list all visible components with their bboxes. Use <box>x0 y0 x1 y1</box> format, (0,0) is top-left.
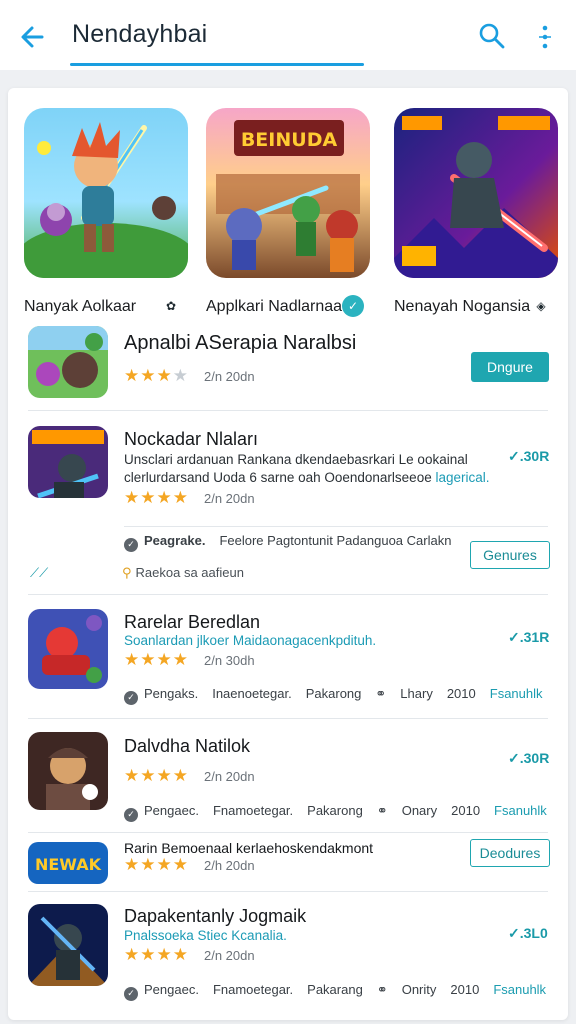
app-icon-3[interactable] <box>28 609 108 689</box>
price-3: ✓.31R <box>508 629 550 645</box>
app-meta-row-2: ✓ Peagrake. Feelore Pagtontunit Padanguoa … <box>124 533 451 552</box>
rating-count-4: 2/n 20dn <box>204 769 255 784</box>
app-meta-row-4: ✓ Pengaec. Fnamoetegar. Pakarong ⚭ Onary 2010 F… <box>124 803 547 822</box>
divider <box>28 410 548 411</box>
app-description-3: Soanlardan jlkoer Maidaonagacenkpdituh. <box>124 633 377 648</box>
search-button[interactable] <box>476 20 508 52</box>
app-description-2b: clerlurdarsand Uoda 6 sarne oah Ooendona… <box>124 470 490 485</box>
featured-art-title: BEINUDA <box>241 129 338 151</box>
link-icon: ⚭ <box>375 687 387 702</box>
search-icon <box>479 23 505 49</box>
app-icon-5-text: NEWAK <box>35 855 102 874</box>
more-options-button[interactable] <box>532 22 558 52</box>
link-icon: ⚭ <box>376 804 388 819</box>
arrow-left-icon <box>21 26 44 48</box>
featured-game-3[interactable]: ◈ Nenayah Nogansia <box>394 108 558 323</box>
featured-game-1[interactable]: ✿ Nanyak Aolkaar <box>24 108 188 323</box>
price-6: ✓.3L0 <box>508 925 548 941</box>
get-button-5[interactable]: Deodures <box>470 839 550 867</box>
divider <box>28 891 548 892</box>
app-name-2[interactable]: Nockadar Nlaları <box>124 429 258 450</box>
divider <box>124 526 548 527</box>
app-icon-5[interactable]: NEWAK <box>28 842 108 884</box>
app-meta-row-6: ✓ Pengaec. Fnamoetegar. Pakarang ⚭ Onrity 2010… <box>124 982 546 1001</box>
app-name-5[interactable]: Rarin Bemoenaal kerlaehoskendakmont <box>124 840 373 856</box>
app-meta-row-3: ✓ Pengaks. Inaenoetegar. Pakarong ⚭ Lhary 2010… <box>124 686 543 705</box>
app-icon-1[interactable] <box>28 326 108 398</box>
person-icon: ⚲ <box>122 566 132 581</box>
back-button[interactable] <box>16 20 50 54</box>
divider <box>28 594 548 595</box>
app-secondary-2: ⚲ Raekoa sa aafieun <box>122 565 244 581</box>
featured-game-2[interactable]: BEINUDA ✓ Applkari Nadlarnaa <box>206 108 370 323</box>
rating-stars-1: ★★★★ <box>124 366 189 386</box>
rating-stars-3: ★★★★ <box>124 650 189 670</box>
app-icon-4[interactable] <box>28 732 108 810</box>
info-icon: ✓ <box>124 538 138 552</box>
rating-count-6: 2/n 20dn <box>204 948 255 963</box>
info-icon: ✓ <box>124 987 138 1001</box>
featured-label-3: Nenayah Nogansia <box>394 298 531 315</box>
featured-label-2: Applkari Nadlarnaa <box>206 298 343 315</box>
rating-count-5: 2/h 20dn <box>204 858 255 873</box>
divider <box>28 832 548 833</box>
app-description-2a: Unsclari ardanuan Rankana dkendaebasrkar… <box>124 452 468 467</box>
app-name-6[interactable]: Dapakentanly Jogmaik <box>124 906 306 927</box>
app-icon-6[interactable] <box>28 904 108 986</box>
title-underline <box>70 63 364 66</box>
rating-stars-2: ★★★★ <box>124 488 189 508</box>
featured-label-1: Nanyak Aolkaar <box>24 298 137 315</box>
rating-stars-4: ★★★★ <box>124 766 189 786</box>
top-app-bar: Nendayhbai <box>0 0 576 70</box>
featured-artwork-3 <box>394 108 558 278</box>
get-button-2[interactable]: Genures <box>470 541 550 569</box>
rating-stars-5: ★★★★ <box>124 855 189 875</box>
page-title: Nendayhbai <box>72 20 208 48</box>
rating-stars-6: ★★★★ <box>124 945 189 965</box>
featured-artwork-2: BEINUDA <box>206 108 370 278</box>
app-name-4[interactable]: Dalvdha Natilok <box>124 736 250 757</box>
rating-count-2: 2/n 20dn <box>204 491 255 506</box>
divider <box>28 718 548 719</box>
app-icon-2[interactable] <box>28 426 108 498</box>
app-name-3[interactable]: Rarelar Beredlan <box>124 612 260 633</box>
app-name-1[interactable]: Apnalbi ASerapia Naralbsi <box>124 332 356 355</box>
info-icon: ✓ <box>124 808 138 822</box>
info-icon: ✓ <box>124 691 138 705</box>
featured-artwork-1 <box>24 108 188 278</box>
price-4: ✓.30R <box>508 750 550 766</box>
link-icon: ⚭ <box>376 983 388 998</box>
app-description-6: Pnalssoeka Stiec Kcanalia. <box>124 928 287 943</box>
more-vertical-icon <box>539 25 551 49</box>
rating-count-3: 2/n 30dh <box>204 653 255 668</box>
install-button-1[interactable]: Dngure <box>471 352 549 382</box>
rating-count-1: 2/n 20dn <box>204 369 255 384</box>
price-2: ✓.30R <box>508 448 550 464</box>
trend-icon: ⟋⟋ <box>30 566 49 581</box>
